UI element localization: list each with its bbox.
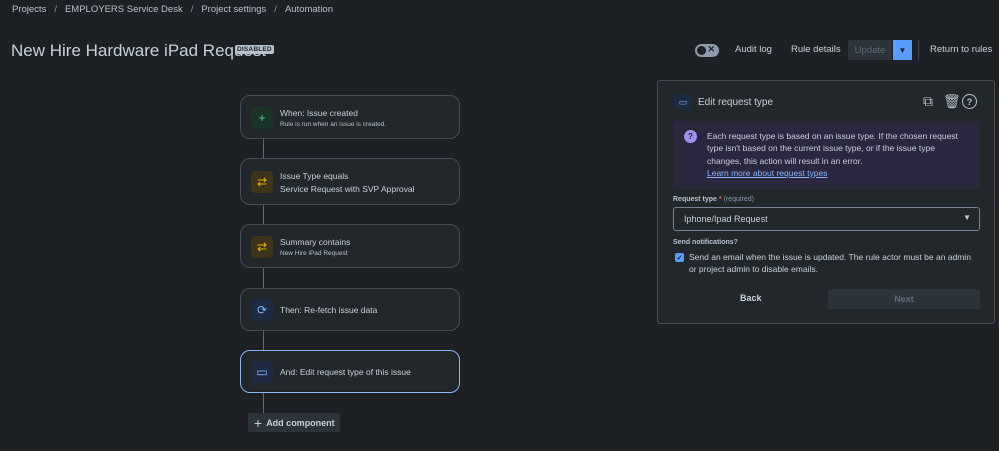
breadcrumb-project-settings[interactable]: Project settings xyxy=(201,4,266,15)
chevron-down-icon: ▼ xyxy=(898,45,907,55)
node-title: Summary contains xyxy=(280,237,351,247)
breadcrumb: Projects / EMPLOYERS Service Desk / Proj… xyxy=(12,4,333,15)
node-title: When: Issue created xyxy=(280,108,358,118)
question-icon: ? xyxy=(684,130,697,143)
request-type-label-text: Request type xyxy=(673,196,717,203)
breadcrumb-automation[interactable]: Automation xyxy=(285,4,333,15)
request-type-value: Iphone/Ipad Request xyxy=(684,214,768,224)
node-title: Then: Re-fetch issue data xyxy=(280,305,378,315)
rule-details-button[interactable]: Rule details xyxy=(791,44,841,55)
plus-icon: + xyxy=(254,414,263,431)
connector-line xyxy=(263,268,264,289)
chevron-down-icon: ▼ xyxy=(963,213,971,222)
breadcrumb-separator: / xyxy=(190,4,194,15)
connector-line xyxy=(263,138,264,159)
rule-node-condition-issue-type[interactable]: ⇄ Issue Type equals Service Request with… xyxy=(240,158,460,205)
send-notifications-checkbox[interactable]: ✓ xyxy=(675,253,684,262)
learn-more-link[interactable]: Learn more about request types xyxy=(707,168,828,178)
help-icon[interactable]: ? xyxy=(962,94,977,109)
copy-icon[interactable]: ⧉ xyxy=(923,93,933,110)
rule-enable-toggle[interactable]: ✕ xyxy=(695,44,719,57)
breadcrumb-separator: / xyxy=(54,4,57,15)
status-badge: DISABLED xyxy=(235,45,274,54)
audit-log-button[interactable]: Audit log xyxy=(735,44,772,55)
required-mark: * xyxy=(718,196,722,203)
panel-title: Edit request type xyxy=(698,97,774,108)
toggle-knob xyxy=(697,46,706,55)
add-component-button[interactable]: + Add component xyxy=(248,413,340,432)
request-type-icon: ▭ xyxy=(251,361,273,383)
breadcrumb-projects[interactable]: Projects xyxy=(12,4,46,15)
back-button[interactable]: Back xyxy=(740,293,762,303)
shuffle-icon: ⇄ xyxy=(251,236,273,258)
return-to-rules-button[interactable]: Return to rules xyxy=(930,44,992,55)
node-subtitle: Rule is run when an issue is created. xyxy=(280,121,387,128)
connector-line xyxy=(263,331,264,352)
rule-node-edit-request-type[interactable]: ▭ And: Edit request type of this issue xyxy=(240,350,460,393)
send-notifications-text: Send an email when the issue is updated.… xyxy=(689,252,971,275)
trash-icon[interactable]: 🗑 xyxy=(943,93,961,110)
rule-node-condition-summary[interactable]: ⇄ Summary contains New Hire iPad Request xyxy=(240,224,460,268)
rule-node-refetch[interactable]: ⟳ Then: Re-fetch issue data xyxy=(240,288,460,331)
update-dropdown-button[interactable]: ▼ xyxy=(893,40,912,60)
refresh-icon: ⟳ xyxy=(251,299,273,321)
breadcrumb-separator: / xyxy=(274,4,277,15)
next-button[interactable]: Next xyxy=(828,289,980,309)
node-title: Issue Type equals xyxy=(280,171,349,181)
plus-icon: + xyxy=(251,107,273,129)
node-subtitle: New Hire iPad Request xyxy=(280,250,348,257)
divider xyxy=(918,40,919,60)
info-text: Each request type is based on an issue t… xyxy=(707,130,971,179)
info-body: Each request type is based on an issue t… xyxy=(707,131,958,166)
node-title: And: Edit request type of this issue xyxy=(280,367,411,377)
breadcrumb-service-desk[interactable]: EMPLOYERS Service Desk xyxy=(65,4,183,15)
request-type-label: Request type * (required) xyxy=(673,196,754,203)
info-message: ? Each request type is based on an issue… xyxy=(673,121,980,189)
node-subtitle: Service Request with SVP Approval xyxy=(280,184,415,194)
required-text: (required) xyxy=(723,196,754,203)
shuffle-icon: ⇄ xyxy=(251,171,273,193)
update-button[interactable]: Update xyxy=(848,40,892,60)
connector-line xyxy=(263,205,264,225)
request-type-icon: ▭ xyxy=(674,94,692,110)
rule-node-trigger[interactable]: + When: Issue created Rule is run when a… xyxy=(240,95,460,139)
add-component-label: Add component xyxy=(266,417,335,428)
connector-line xyxy=(263,393,264,415)
close-icon: ✕ xyxy=(707,44,715,54)
edit-request-type-panel: ▭ Edit request type ⧉ 🗑 ? ? Each request… xyxy=(657,80,995,324)
request-type-select[interactable]: Iphone/Ipad Request ▼ xyxy=(673,207,980,231)
send-notifications-label: Send notifications? xyxy=(673,239,738,246)
page-title: New Hire Hardware iPad Request xyxy=(11,41,267,60)
